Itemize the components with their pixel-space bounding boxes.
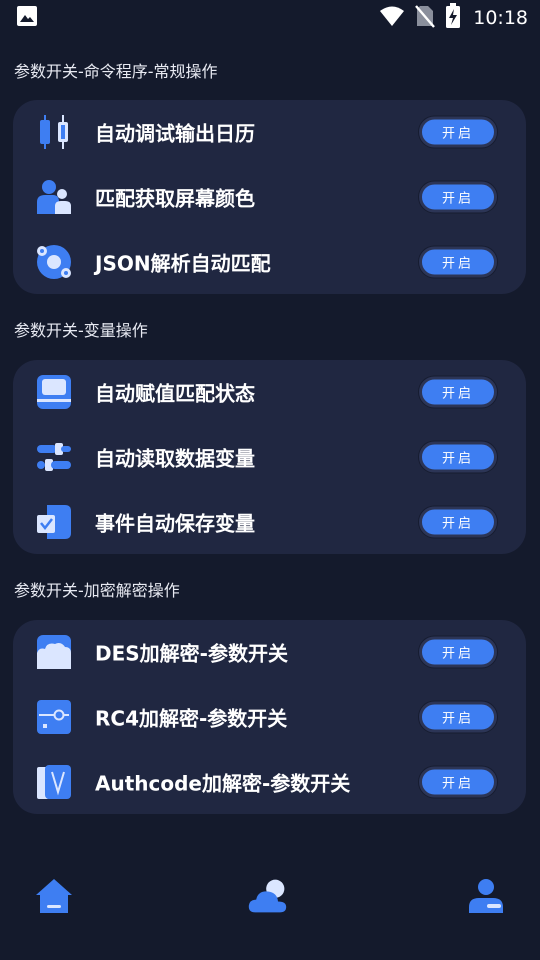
enable-button[interactable]: 开启 — [419, 441, 497, 473]
status-bar: 10:18 — [0, 0, 540, 36]
v-book-icon — [35, 763, 73, 801]
enable-button[interactable]: 开启 — [419, 181, 497, 213]
setting-label: DES加解密-参数开关 — [95, 641, 288, 666]
section-title: 参数开关-命令程序-常规操作 — [14, 62, 218, 81]
image-icon — [16, 5, 38, 31]
setting-label: 自动读取数据变量 — [95, 446, 255, 471]
settings-card: 自动调试输出日历 开启 匹配获取屏幕颜色 开启 JSON解析自动匹配 开启 — [13, 100, 526, 294]
enable-button[interactable]: 开启 — [419, 701, 497, 733]
setting-row: 自动调试输出日历 开启 — [13, 102, 526, 162]
battery-charging-icon — [445, 3, 461, 33]
wifi-icon — [379, 5, 405, 31]
weather-icon[interactable] — [248, 876, 288, 916]
home-icon[interactable] — [34, 876, 74, 916]
no-sim-icon — [415, 4, 436, 32]
enable-button[interactable]: 开启 — [419, 376, 497, 408]
setting-row: 匹配获取屏幕颜色 开启 — [13, 167, 526, 227]
cloud-box-icon — [35, 633, 73, 671]
setting-label: RC4加解密-参数开关 — [95, 706, 288, 731]
setting-label: 自动赋值匹配状态 — [95, 381, 255, 406]
sliders-icon — [35, 438, 73, 476]
setting-row: 自动赋值匹配状态 开启 — [13, 362, 526, 422]
settings-card: 自动赋值匹配状态 开启 自动读取数据变量 开启 事件自动保存变量 开启 — [13, 360, 526, 554]
candlestick-chart-icon — [35, 113, 73, 151]
setting-row: JSON解析自动匹配 开启 — [13, 232, 526, 292]
setting-row: 自动读取数据变量 开启 — [13, 427, 526, 487]
enable-button[interactable]: 开启 — [419, 246, 497, 278]
setting-row: 事件自动保存变量 开启 — [13, 492, 526, 552]
gear-disc-icon — [35, 243, 73, 281]
key-slider-icon — [35, 698, 73, 736]
setting-label: 事件自动保存变量 — [95, 511, 255, 536]
setting-row: DES加解密-参数开关 开启 — [13, 622, 526, 682]
settings-card: DES加解密-参数开关 开启 RC4加解密-参数开关 开启 Authcode加解… — [13, 620, 526, 814]
status-time: 10:18 — [473, 7, 528, 29]
profile-icon[interactable] — [466, 876, 506, 916]
enable-button[interactable]: 开启 — [419, 506, 497, 538]
enable-button[interactable]: 开启 — [419, 636, 497, 668]
setting-label: Authcode加解密-参数开关 — [95, 771, 351, 796]
section-title: 参数开关-变量操作 — [14, 321, 148, 340]
setting-row: Authcode加解密-参数开关 开启 — [13, 752, 526, 812]
setting-row: RC4加解密-参数开关 开启 — [13, 687, 526, 747]
section-title: 参数开关-加密解密操作 — [14, 581, 180, 600]
setting-label: 自动调试输出日历 — [95, 121, 255, 146]
setting-label: JSON解析自动匹配 — [95, 251, 271, 276]
enable-button[interactable]: 开启 — [419, 766, 497, 798]
users-icon — [35, 178, 73, 216]
enable-button[interactable]: 开启 — [419, 116, 497, 148]
checkbox-file-icon — [35, 503, 73, 541]
bottom-nav — [0, 860, 540, 934]
setting-label: 匹配获取屏幕颜色 — [95, 186, 255, 211]
laptop-icon — [35, 373, 73, 411]
